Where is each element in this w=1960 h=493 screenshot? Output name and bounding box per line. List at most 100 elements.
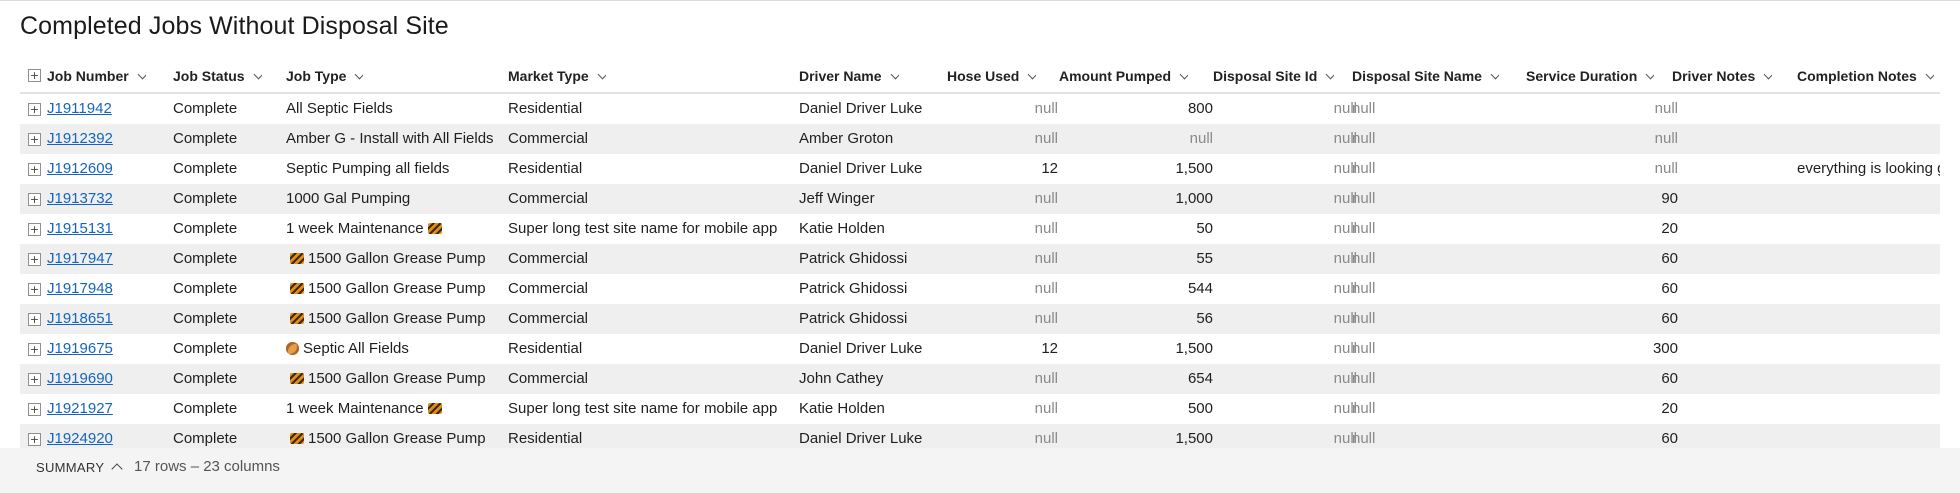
column-header-market[interactable]: Market Type <box>508 60 606 92</box>
column-header-status[interactable]: Job Status <box>173 60 262 92</box>
chevron-down-icon[interactable] <box>253 69 262 80</box>
job-number-link[interactable]: J1924920 <box>47 430 113 447</box>
chevron-up-icon[interactable] <box>111 463 123 475</box>
cell-driver: Daniel Driver Luke <box>799 94 949 124</box>
column-header-completion[interactable]: Completion Notes <box>1797 60 1934 92</box>
chevron-down-icon[interactable] <box>597 69 606 80</box>
chevron-down-icon[interactable] <box>1179 69 1188 80</box>
column-header-amount[interactable]: Amount Pumped <box>1059 60 1188 92</box>
cell-job[interactable]: J1913732 <box>47 184 137 214</box>
chevron-down-icon[interactable] <box>1925 69 1934 80</box>
column-header-site-name[interactable]: Disposal Site Name <box>1352 60 1499 92</box>
column-header-label: Market Type <box>508 68 589 84</box>
cell-driver: Patrick Ghidossi <box>799 244 949 274</box>
expand-row-icon[interactable]: + <box>28 373 41 386</box>
job-number-link[interactable]: J1919690 <box>47 370 113 387</box>
cell-job[interactable]: J1921927 <box>47 394 137 424</box>
chevron-down-icon[interactable] <box>890 69 899 80</box>
cell-job[interactable]: J1912392 <box>47 124 137 154</box>
cell-completion <box>1797 214 1940 244</box>
column-header-job[interactable]: Job Number <box>47 60 146 92</box>
expand-row-icon[interactable]: + <box>28 253 41 266</box>
column-header-label: Disposal Site Name <box>1352 68 1482 84</box>
cell-text: null <box>1034 430 1058 447</box>
cell-job[interactable]: J1917948 <box>47 274 137 304</box>
cell-job[interactable]: J1917947 <box>47 244 137 274</box>
cell-text: Super long test site name for mobile app <box>508 220 778 237</box>
column-header-label: Job Status <box>173 68 245 84</box>
cell-site-id: null <box>1215 364 1357 394</box>
cell-hose: 12 <box>945 154 1058 184</box>
cell-text: Commercial <box>508 130 589 147</box>
chevron-down-icon[interactable] <box>1325 69 1335 80</box>
summary-label[interactable]: SUMMARY <box>36 460 104 475</box>
column-header-driver-notes[interactable]: Driver Notes <box>1672 60 1773 92</box>
chevron-down-icon[interactable] <box>1490 69 1499 80</box>
cell-text: Katie Holden <box>799 220 885 237</box>
cell-type: Septic All Fields <box>286 334 516 364</box>
cell-text: 55 <box>1196 250 1213 267</box>
column-header-duration[interactable]: Service Duration <box>1526 60 1655 92</box>
cell-job[interactable]: J1919675 <box>47 334 137 364</box>
cell-job[interactable]: J1919690 <box>47 364 137 394</box>
cell-status: Complete <box>173 214 263 244</box>
summary-bar[interactable]: SUMMARY 17 rows – 23 columns <box>0 448 1960 493</box>
column-header-hose[interactable]: Hose Used <box>947 60 1037 92</box>
chevron-down-icon[interactable] <box>354 69 364 80</box>
column-header-site-id[interactable]: Disposal Site Id <box>1213 60 1335 92</box>
job-number-link[interactable]: J1913732 <box>47 190 113 207</box>
job-number-link[interactable]: J1921927 <box>47 400 113 417</box>
cell-job[interactable]: J1918651 <box>47 304 137 334</box>
cell-text: null <box>1352 130 1376 147</box>
column-header-driver[interactable]: Driver Name <box>799 60 899 92</box>
cell-job[interactable]: J1915131 <box>47 214 137 244</box>
job-number-link[interactable]: J1917947 <box>47 250 113 267</box>
cell-site-name: null <box>1352 394 1482 424</box>
cell-job[interactable]: J1911942 <box>47 94 137 124</box>
cell-market: Commercial <box>508 274 798 304</box>
expand-row-icon[interactable]: + <box>28 163 41 176</box>
job-number-link[interactable]: J1912609 <box>47 160 113 177</box>
job-number-link[interactable]: J1911942 <box>47 100 112 117</box>
cell-status: Complete <box>173 184 263 214</box>
expand-row-icon[interactable]: + <box>28 433 41 446</box>
cell-site-name: null <box>1352 154 1482 184</box>
job-number-link[interactable]: J1919675 <box>47 340 113 357</box>
table-row: + J1915131 Complete 1 week Maintenance Super… <box>20 214 1940 244</box>
cell-market: Super long test site name for mobile app <box>508 394 798 424</box>
job-number-link[interactable]: J1915131 <box>47 220 113 237</box>
expand-row-icon[interactable]: + <box>28 223 41 236</box>
expand-row-icon[interactable]: + <box>28 283 41 296</box>
column-header-label: Disposal Site Id <box>1213 68 1318 84</box>
cell-amount: 654 <box>1060 364 1213 394</box>
job-number-link[interactable]: J1912392 <box>47 130 113 147</box>
cell-text: Patrick Ghidossi <box>799 250 908 267</box>
job-number-link[interactable]: J1918651 <box>47 310 113 327</box>
column-header-label: Driver Name <box>799 68 882 84</box>
cell-status: Complete <box>173 124 263 154</box>
expand-row-icon[interactable]: + <box>28 343 41 356</box>
cell-market: Commercial <box>508 244 798 274</box>
chevron-down-icon[interactable] <box>1027 69 1037 80</box>
cone-emoji-icon <box>427 403 442 414</box>
expand-row-icon[interactable]: + <box>28 313 41 326</box>
table-body: + J1911942 Complete All Septic Fields Resid… <box>20 94 1940 454</box>
expand-row-icon[interactable]: + <box>28 403 41 416</box>
cell-amount: 50 <box>1060 214 1213 244</box>
job-type-text: All Septic Fields <box>286 100 393 117</box>
cell-text: Complete <box>173 310 238 327</box>
chevron-down-icon[interactable] <box>1645 69 1655 80</box>
expand-row-icon[interactable]: + <box>28 193 41 206</box>
column-header-type[interactable]: Job Type <box>286 60 364 92</box>
cell-text: 50 <box>1196 220 1213 237</box>
cell-completion <box>1797 94 1940 124</box>
cell-driver-notes <box>1672 94 1792 124</box>
expand-row-icon[interactable]: + <box>28 103 41 116</box>
expand-row-icon[interactable]: + <box>28 133 41 146</box>
job-number-link[interactable]: J1917948 <box>47 280 113 297</box>
expand-all-icon[interactable]: + <box>28 69 41 82</box>
chevron-down-icon[interactable] <box>137 69 146 80</box>
chevron-down-icon[interactable] <box>1763 69 1773 80</box>
cell-job[interactable]: J1912609 <box>47 154 137 184</box>
cell-type: Amber G - Install with All Fields <box>286 124 516 154</box>
